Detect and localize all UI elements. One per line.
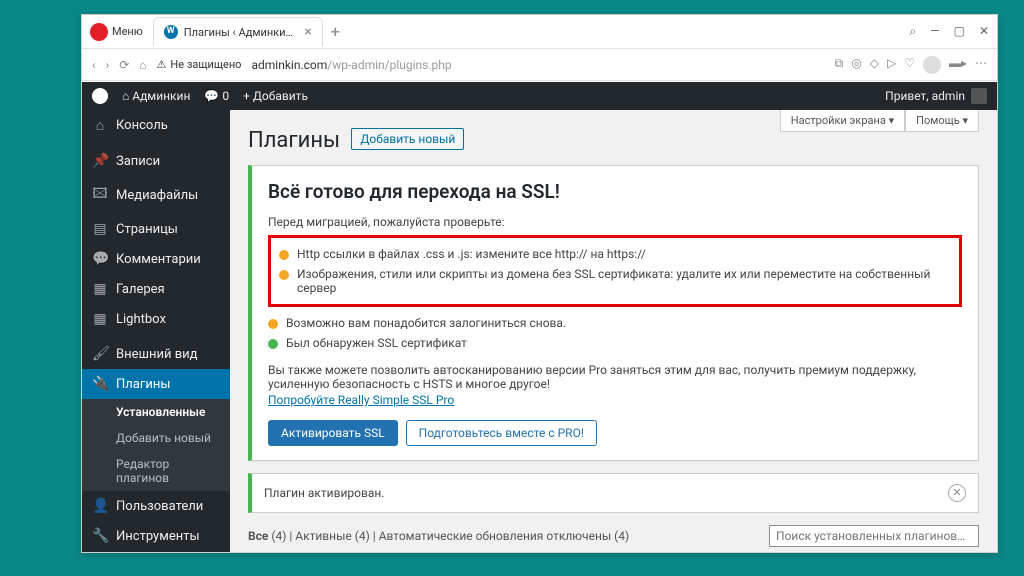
ssl-heading: Всё готово для перехода на SSL! <box>268 180 962 203</box>
brush-icon: 🖌 <box>92 346 108 362</box>
reload-icon[interactable]: ⟳ <box>119 58 129 72</box>
more-icon[interactable]: ⋯ <box>975 56 987 74</box>
site-link[interactable]: ⌂ Админкин <box>122 89 190 103</box>
dismiss-icon[interactable]: ✕ <box>948 484 966 502</box>
submenu-installed[interactable]: Установленные <box>82 399 230 425</box>
new-tab-button[interactable]: + <box>331 22 340 41</box>
wp-logo-icon[interactable] <box>92 88 108 104</box>
warn-dot-icon <box>268 319 278 329</box>
submenu-editor[interactable]: Редактор плагинов <box>82 451 230 491</box>
menu-users[interactable]: 👤Пользователи <box>82 491 230 521</box>
profile-icon[interactable] <box>923 56 941 74</box>
menu-posts[interactable]: 📌Записи <box>82 146 230 176</box>
search-input[interactable] <box>769 525 979 547</box>
close-icon[interactable]: ✕ <box>979 24 989 39</box>
filter-auto[interactable]: Автоматические обновления отключены <box>379 529 612 543</box>
menu-media[interactable]: 🖾Медиафайлы <box>82 176 230 214</box>
pro-button[interactable]: Подготовьтесь вместе с PRO! <box>406 420 597 446</box>
back-icon[interactable]: ‹ <box>92 58 96 72</box>
warn-dot-icon <box>279 250 289 260</box>
add-new-button[interactable]: Добавить новый <box>351 128 464 150</box>
ext-icon[interactable]: ◇ <box>870 56 879 74</box>
forward-icon[interactable]: › <box>106 58 110 72</box>
ok-dot-icon <box>268 339 278 349</box>
activate-ssl-button[interactable]: Активировать SSL <box>268 420 398 446</box>
ssl-pretext: Перед миграцией, пожалуйста проверьте: <box>268 215 962 229</box>
search-icon[interactable]: ⌕ <box>909 24 916 39</box>
ext-icon[interactable]: ♡ <box>904 56 915 74</box>
gauge-icon: ⌂ <box>92 117 108 134</box>
filter-active[interactable]: Активные <box>295 529 351 543</box>
menu-pages[interactable]: ▤Страницы <box>82 214 230 244</box>
plugin-activated-notice: Плагин активирован. ✕ <box>248 473 979 513</box>
media-icon: 🖾 <box>92 183 108 207</box>
window-controls: ⌕ — ▢ ✕ <box>909 24 989 39</box>
ssl-notice: Всё готово для перехода на SSL! Перед ми… <box>248 165 979 461</box>
screen-options-button[interactable]: Настройки экрана ▾ <box>780 110 905 132</box>
lightbox-icon: ▦ <box>92 311 108 327</box>
comments-link[interactable]: 💬 0 <box>204 89 229 103</box>
avatar[interactable] <box>971 88 987 104</box>
wrench-icon: 🔧 <box>92 528 108 544</box>
opera-icon <box>90 23 108 41</box>
comment-icon: 💬 <box>92 251 108 267</box>
ext-icon[interactable]: ⧉ <box>835 56 844 74</box>
wp-admin-bar: ⌂ Админкин 💬 0 + Добавить Привет, admin <box>82 82 997 110</box>
greeting[interactable]: Привет, admin <box>885 89 965 103</box>
filter-row: Все (4) | Активные (4) | Автоматические … <box>248 525 979 547</box>
home-icon[interactable]: ⌂ <box>139 58 146 72</box>
submenu-add[interactable]: Добавить новый <box>82 425 230 451</box>
menu-gallery[interactable]: ▦Галерея <box>82 274 230 304</box>
content-area: Настройки экрана ▾ Помощь ▾ Плагины Доба… <box>230 110 997 552</box>
ssl-pro-link[interactable]: Попробуйте Really Simple SSL Pro <box>268 393 454 407</box>
plugins-submenu: Установленные Добавить новый Редактор пл… <box>82 399 230 491</box>
menu-settings[interactable]: ⚙Настройки1 <box>82 551 230 552</box>
user-icon: 👤 <box>92 498 108 514</box>
browser-window: Меню Плагины ‹ Админкин — W… × + ⌕ — ▢ ✕… <box>81 14 998 553</box>
browser-titlebar: Меню Плагины ‹ Админкин — W… × + ⌕ — ▢ ✕ <box>82 15 997 49</box>
ext-icon[interactable]: ▷ <box>887 56 896 74</box>
url-field[interactable]: adminkin.com/wp-admin/plugins.php <box>251 58 824 72</box>
menu-dashboard[interactable]: ⌂Консоль <box>82 110 230 141</box>
maximize-icon[interactable]: ▢ <box>954 24 965 39</box>
browser-tab[interactable]: Плагины ‹ Админкин — W… × <box>153 17 323 46</box>
menu-appearance[interactable]: 🖌Внешний вид <box>82 339 230 369</box>
minimize-icon[interactable]: — <box>930 24 939 39</box>
browser-menu[interactable]: Меню <box>112 25 143 38</box>
warn-dot-icon <box>279 270 289 280</box>
pin-icon: 📌 <box>92 153 108 169</box>
tab-title: Плагины ‹ Админкин — W… <box>184 26 299 39</box>
tab-close-icon[interactable]: × <box>304 24 311 40</box>
highlighted-checks: Http ссылки в файлах .css и .js: изменит… <box>268 235 962 307</box>
help-button[interactable]: Помощь ▾ <box>905 110 979 132</box>
wp-sidebar: ⌂Консоль 📌Записи 🖾Медиафайлы ▤Страницы 💬… <box>82 110 230 552</box>
plug-icon: 🔌 <box>92 376 108 392</box>
ext-icon[interactable]: ◎ <box>851 56 861 74</box>
add-new-link[interactable]: + Добавить <box>243 89 308 103</box>
extension-icons: ⧉ ◎ ◇ ▷ ♡ ▬▸ ⋯ <box>835 56 987 74</box>
page-icon: ▤ <box>92 221 108 237</box>
page-title: Плагины <box>248 110 340 161</box>
menu-comments[interactable]: 💬Комментарии <box>82 244 230 274</box>
menu-lightbox[interactable]: ▦Lightbox <box>82 304 230 334</box>
wordpress-admin: ⌂ Админкин 💬 0 + Добавить Привет, admin … <box>82 82 997 552</box>
gallery-icon: ▦ <box>92 281 108 297</box>
menu-tools[interactable]: 🔧Инструменты <box>82 521 230 551</box>
address-bar: ‹ › ⟳ ⌂ ⚠ Не защищено adminkin.com/wp-ad… <box>82 49 997 81</box>
wp-favicon-icon <box>164 25 178 39</box>
menu-plugins[interactable]: 🔌Плагины <box>82 369 230 399</box>
security-indicator[interactable]: ⚠ Не защищено <box>157 58 242 71</box>
ssl-pro-text: Вы также можете позволить автосканирован… <box>268 363 962 391</box>
battery-icon[interactable]: ▬▸ <box>949 56 967 74</box>
